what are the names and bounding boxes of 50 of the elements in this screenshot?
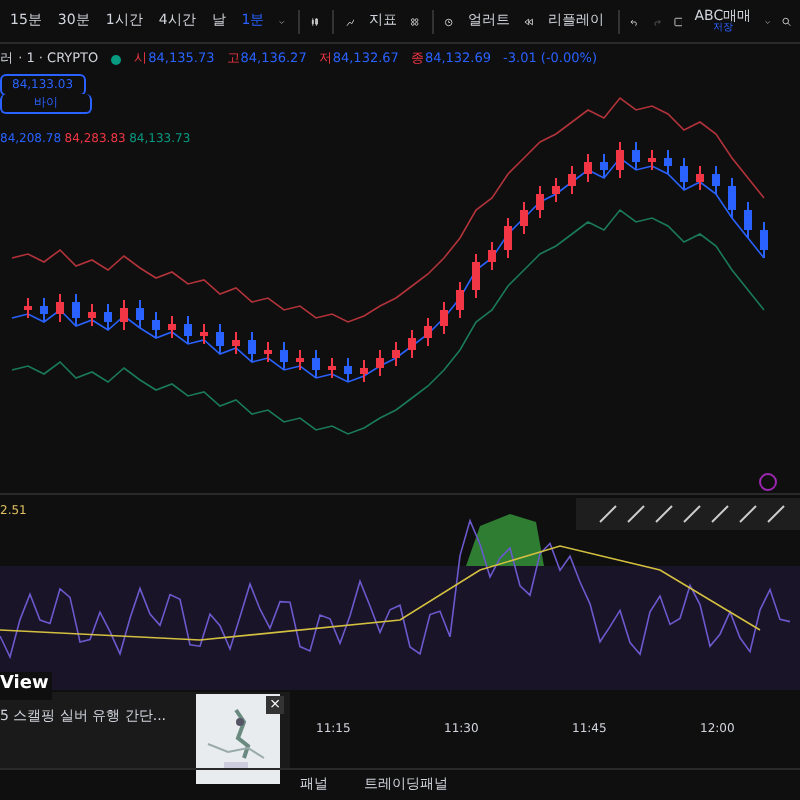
candle [88, 302, 96, 327]
candle [552, 176, 560, 203]
candle [616, 140, 624, 179]
candle [568, 164, 576, 195]
candle [296, 348, 304, 371]
candle [392, 340, 400, 367]
candle [232, 330, 240, 355]
candle [200, 322, 208, 345]
candle [248, 330, 256, 363]
candle [72, 292, 80, 327]
candle [536, 184, 544, 219]
candle [456, 280, 464, 319]
candle [264, 340, 272, 363]
candle [632, 140, 640, 171]
candle [712, 164, 720, 195]
status-dot [110, 53, 123, 66]
candle [472, 252, 480, 299]
candle [440, 300, 448, 335]
candle [24, 296, 32, 319]
candle [744, 200, 752, 239]
candle [328, 356, 336, 379]
candle [56, 292, 64, 323]
brand-label: View [0, 672, 53, 699]
candle [184, 314, 192, 345]
candle [152, 310, 160, 339]
drawing-toolbar[interactable] [576, 497, 800, 530]
candle [408, 328, 416, 359]
candle [664, 148, 672, 175]
candle [424, 316, 432, 347]
candle [520, 200, 528, 235]
candle [728, 176, 736, 219]
candle [344, 356, 352, 383]
candle [120, 298, 128, 331]
candle [584, 152, 592, 183]
candle [504, 216, 512, 259]
candle [376, 348, 384, 377]
candle [600, 152, 608, 179]
candle [216, 322, 224, 355]
candle [488, 240, 496, 271]
candle [680, 156, 688, 191]
candle [168, 314, 176, 339]
candle [104, 302, 112, 331]
candle [648, 148, 656, 171]
candle [760, 220, 768, 259]
candle [136, 298, 144, 329]
candle [40, 296, 48, 323]
candle [280, 340, 288, 371]
candle [312, 348, 320, 379]
candle [360, 358, 368, 383]
candle [696, 164, 704, 191]
